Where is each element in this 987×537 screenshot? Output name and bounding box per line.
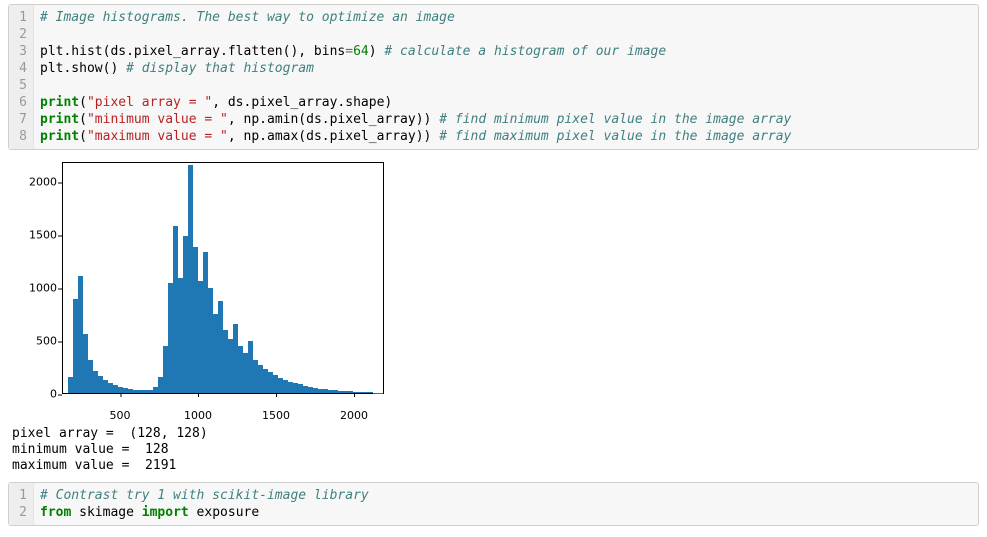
y-tick-label: 0: [14, 388, 57, 401]
keyword: print: [40, 129, 79, 144]
string: "minimum value = ": [87, 112, 228, 127]
number: 64: [353, 44, 369, 59]
x-tick-label: 1500: [262, 409, 290, 422]
code-text: exposure: [189, 505, 259, 520]
x-tick-label: 1000: [184, 409, 212, 422]
code-body[interactable]: # Contrast try 1 with scikit-image libra…: [34, 483, 978, 525]
line-number-gutter: 1 2 3 4 5 6 7 8: [9, 5, 34, 149]
output-area: 0 500 1000 1500 2000 500 1000 1500 2000 …: [8, 156, 979, 482]
line-number: 8: [13, 128, 27, 145]
code-text: ): [369, 44, 385, 59]
string: "maximum value = ": [87, 129, 228, 144]
code-text: (: [79, 112, 87, 127]
code-cell-2[interactable]: 1 2 # Contrast try 1 with scikit-image l…: [8, 482, 979, 526]
line-number: 5: [13, 77, 27, 94]
code-body[interactable]: # Image histograms. The best way to opti…: [34, 5, 978, 149]
line-number: 1: [13, 487, 27, 504]
output-line: maximum value = 2191: [12, 458, 176, 473]
code-text: plt.show(): [40, 61, 126, 76]
comment: # calculate a histogram of our image: [384, 44, 666, 59]
comment: # display that histogram: [126, 61, 314, 76]
chart-bars: [63, 163, 383, 393]
code-text: , ds.pixel_array.shape): [212, 95, 392, 110]
comment: # find minimum pixel value in the image …: [439, 112, 791, 127]
keyword: import: [142, 505, 189, 520]
keyword: from: [40, 505, 71, 520]
line-number-gutter: 1 2: [9, 483, 34, 525]
x-tick-label: 500: [110, 409, 131, 422]
code-text: skimage: [71, 505, 141, 520]
output-line: pixel array = (128, 128): [12, 426, 208, 441]
comment: # Image histograms. The best way to opti…: [40, 10, 455, 25]
line-number: 2: [13, 504, 27, 521]
line-number: 2: [13, 26, 27, 43]
string: "pixel array = ": [87, 95, 212, 110]
keyword: print: [40, 112, 79, 127]
line-number: 6: [13, 94, 27, 111]
stdout-output: pixel array = (128, 128) minimum value =…: [8, 424, 979, 482]
line-number: 4: [13, 60, 27, 77]
comment: # find maximum pixel value in the image …: [439, 129, 791, 144]
y-tick-label: 500: [14, 335, 57, 348]
operator: =: [345, 44, 353, 59]
y-tick-label: 1000: [14, 282, 57, 295]
y-tick-label: 2000: [14, 176, 57, 189]
chart-frame: [62, 162, 384, 394]
x-tick-label: 2000: [340, 409, 368, 422]
line-number: 3: [13, 43, 27, 60]
code-text: , np.amax(ds.pixel_array)): [228, 129, 439, 144]
code-text: (: [79, 95, 87, 110]
y-tick-label: 1500: [14, 229, 57, 242]
code-text: plt.hist(ds.pixel_array.flatten(), bins: [40, 44, 345, 59]
code-text: , np.amin(ds.pixel_array)): [228, 112, 439, 127]
line-number: 1: [13, 9, 27, 26]
comment: # Contrast try 1 with scikit-image libra…: [40, 488, 369, 503]
histogram-chart: 0 500 1000 1500 2000 500 1000 1500 2000: [14, 156, 394, 418]
code-cell-1[interactable]: 1 2 3 4 5 6 7 8 # Image histograms. The …: [8, 4, 979, 150]
code-text: (: [79, 129, 87, 144]
line-number: 7: [13, 111, 27, 128]
output-line: minimum value = 128: [12, 442, 169, 457]
keyword: print: [40, 95, 79, 110]
